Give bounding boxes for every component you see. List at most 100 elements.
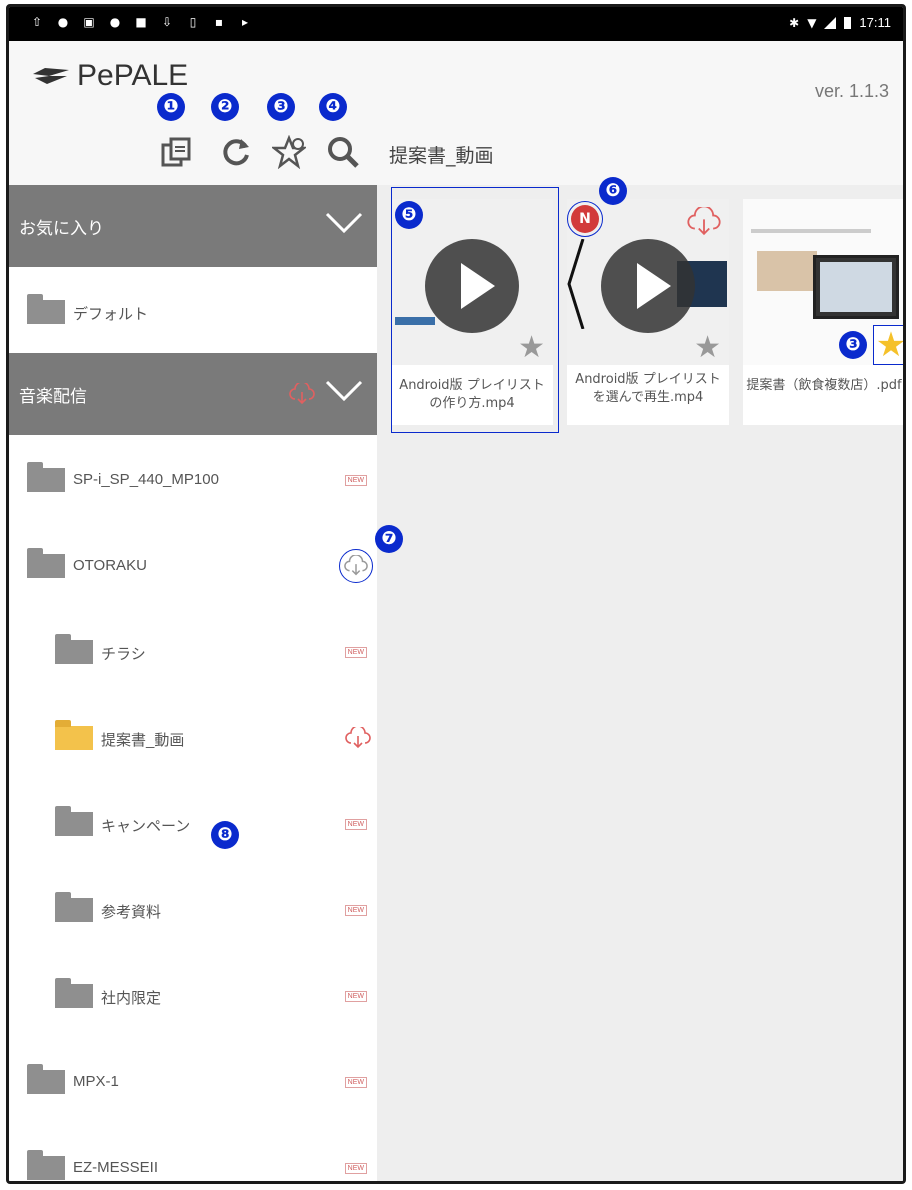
cloud-download-icon[interactable] xyxy=(345,727,371,749)
clipboard-icon: ▯ xyxy=(189,15,197,29)
chevron-down-icon xyxy=(325,212,363,234)
play-store-icon: ▸ xyxy=(241,15,249,29)
logo-text: PePALE xyxy=(77,59,189,92)
sidebar-item-label: EZ-MESSEII xyxy=(73,1159,159,1176)
version-label: ver. 1.1.3 xyxy=(814,81,889,101)
favorite-star-active-icon[interactable]: ★ xyxy=(873,325,903,365)
new-badge: NEW xyxy=(344,905,367,916)
sidebar-item-mpx-1[interactable]: MPX-1 NEW xyxy=(9,1037,377,1123)
cloud-download-icon[interactable] xyxy=(687,207,721,237)
new-badge: NEW xyxy=(344,475,367,486)
sidebar-item-proposal-video[interactable]: 提案書_動画 xyxy=(9,693,377,779)
battery-icon xyxy=(844,16,852,29)
thumbnail-line xyxy=(751,229,871,233)
chevron-down-icon xyxy=(325,380,363,402)
callout-badge-3: ❸ xyxy=(267,93,295,121)
app-window: ⇧ ● ▣ ● ■ ⇩ ▯ ▪ ▸ ✱ ▼ 17:11 PePALE ver. … xyxy=(6,4,906,1184)
sidebar-item-label: MPX-1 xyxy=(73,1073,119,1090)
favorites-section-header[interactable]: お気に入り xyxy=(9,185,377,267)
callout-badge-6: ❻ xyxy=(599,177,627,205)
wifi-icon: ▼ xyxy=(807,15,817,30)
folder-icon xyxy=(27,462,65,492)
folder-icon xyxy=(27,548,65,578)
lock-icon: ▪ xyxy=(214,15,224,29)
mail-icon: ■ xyxy=(135,15,147,29)
cloud-download-highlight[interactable] xyxy=(339,549,373,583)
sidebar-item-label: デフォルト xyxy=(73,306,149,323)
logo-mark-icon xyxy=(33,68,69,84)
sidebar-item-label: 参考資料 xyxy=(101,904,162,921)
sidebar-item-label: キャンペーン xyxy=(101,818,191,835)
signal-icon xyxy=(824,16,837,29)
file-caption: Android版 プレイリストを選んで再生.mp4 xyxy=(575,372,721,405)
download-done-icon: ⇩ xyxy=(161,15,173,29)
sidebar-item-internal[interactable]: 社内限定 NEW xyxy=(9,951,377,1037)
thumbnail-art xyxy=(567,239,585,329)
sidebar-item-label: 提案書_動画 xyxy=(101,732,185,749)
cloud-download-icon xyxy=(344,555,368,576)
sidebar-item-campaign[interactable]: キャンペーン NEW xyxy=(9,779,377,865)
callout-badge-8: ❽ xyxy=(211,821,239,849)
folder-icon xyxy=(27,1064,65,1094)
callout-badge-7: ❼ xyxy=(375,525,403,553)
upload-icon: ⇧ xyxy=(31,15,43,29)
callout-badge-1: ❶ xyxy=(157,93,185,121)
sidebar-item-label: 社内限定 xyxy=(101,990,162,1007)
app-icon: ▣ xyxy=(83,15,95,29)
sidebar-item-sp-i[interactable]: SP-i_SP_440_MP100 NEW xyxy=(9,435,377,521)
open-folder-icon xyxy=(55,720,93,750)
sidebar-item-reference[interactable]: 参考資料 NEW xyxy=(9,865,377,951)
sidebar-item-label: SP-i_SP_440_MP100 xyxy=(73,471,219,488)
search-button[interactable] xyxy=(326,135,360,169)
delivery-label: 音楽配信 xyxy=(19,387,87,407)
file-caption: 提案書（飲食複数店）.pdf xyxy=(746,378,902,393)
chat-icon: ● xyxy=(109,15,121,29)
new-badge: NEW xyxy=(344,1077,367,1088)
new-badge: NEW xyxy=(344,991,367,1002)
folder-icon xyxy=(55,892,93,922)
status-right: ✱ ▼ 17:11 xyxy=(789,15,891,30)
file-card-pdf[interactable]: 提案書（飲食複数店）.pdf xyxy=(743,199,903,425)
folder-icon xyxy=(27,294,65,324)
shield-icon: ● xyxy=(57,15,69,29)
sidebar-item-chirashi[interactable]: チラシ NEW xyxy=(9,607,377,693)
favorites-label: お気に入り xyxy=(19,219,104,239)
sidebar: お気に入り デフォルト 音楽配信 SP-i_SP_440_MP100 NEW O… xyxy=(9,185,377,1181)
folder-icon xyxy=(55,806,93,836)
app-header: PePALE ver. 1.1.3 提案書_動画 xyxy=(9,41,903,185)
breadcrumb: 提案書_動画 xyxy=(389,145,494,167)
sidebar-item-label: OTORAKU xyxy=(73,557,147,574)
callout-badge-3b: ❸ xyxy=(839,331,867,359)
favorite-star-icon xyxy=(270,134,308,170)
status-bar: ⇧ ● ▣ ● ■ ⇩ ▯ ▪ ▸ ✱ ▼ 17:11 xyxy=(9,7,903,41)
sidebar-item-otoraku[interactable]: OTORAKU xyxy=(9,521,377,607)
sidebar-item-ez-messe[interactable]: EZ-MESSEII NEW xyxy=(9,1123,377,1181)
refresh-icon xyxy=(223,139,249,166)
folder-icon xyxy=(27,1150,65,1180)
clock: 17:11 xyxy=(859,15,891,30)
sidebar-item-label: チラシ xyxy=(101,646,146,663)
new-badge: NEW xyxy=(344,647,367,658)
sidebar-item-default[interactable]: デフォルト xyxy=(9,267,377,353)
notification-icons: ⇧ ● ▣ ● ■ ⇩ ▯ ▪ ▸ xyxy=(31,15,251,29)
play-icon[interactable] xyxy=(601,239,695,333)
callout-badge-5: ❺ xyxy=(395,201,423,229)
callout-badge-4: ❹ xyxy=(319,93,347,121)
cloud-download-icon[interactable] xyxy=(289,383,315,405)
bluetooth-icon: ✱ xyxy=(789,15,800,30)
file-sync-icon xyxy=(161,137,191,167)
file-sync-button[interactable] xyxy=(159,135,193,169)
file-grid: ★ Android版 プレイリストの作り方.mp4 ★ Android版 プレイ… xyxy=(377,177,903,1181)
favorite-star-icon[interactable]: ★ xyxy=(694,333,721,363)
refresh-button[interactable] xyxy=(219,135,253,169)
new-badge: NEW xyxy=(344,819,367,830)
delivery-section-header[interactable]: 音楽配信 xyxy=(9,353,377,435)
thumbnail-photo xyxy=(757,251,817,291)
thumbnail-tablet xyxy=(813,255,899,319)
callout-badge-2: ❷ xyxy=(211,93,239,121)
app-logo: PePALE xyxy=(31,59,188,93)
folder-icon xyxy=(55,978,93,1008)
folder-icon xyxy=(55,634,93,664)
new-file-badge: N xyxy=(571,205,599,233)
favorite-filter-button[interactable] xyxy=(270,134,308,170)
